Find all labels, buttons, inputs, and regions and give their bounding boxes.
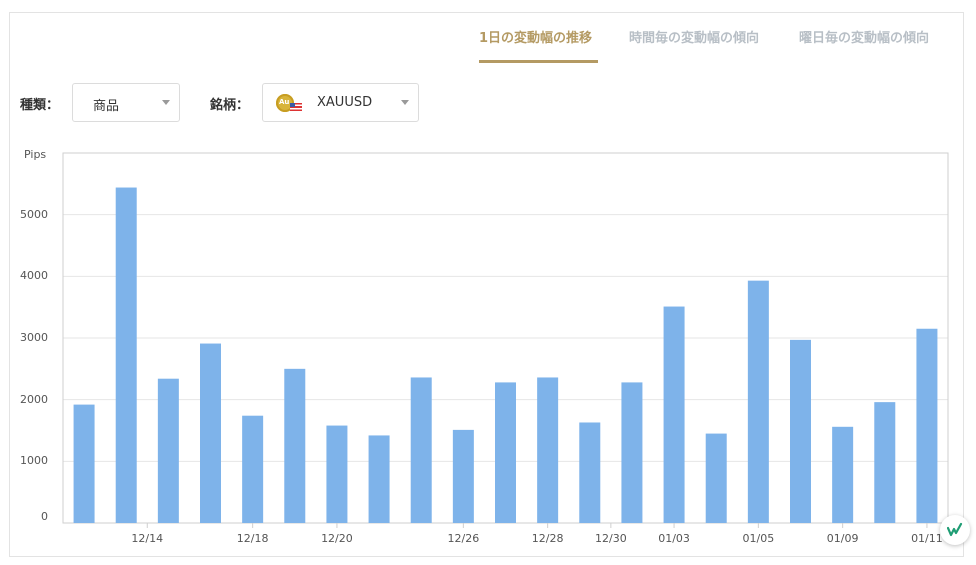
- bar: [874, 402, 896, 523]
- x-tick-label: 12/30: [595, 532, 627, 545]
- bar: [284, 368, 306, 523]
- bar: [537, 377, 559, 523]
- x-tick-label: 01/03: [658, 532, 690, 545]
- x-tick-label: 12/28: [532, 532, 564, 545]
- brand-logo[interactable]: [940, 515, 970, 545]
- x-tick-label: 12/18: [237, 532, 269, 545]
- bar: [368, 435, 390, 523]
- bar: [579, 422, 601, 523]
- bar: [495, 382, 516, 523]
- x-tick-label: 01/11: [911, 532, 943, 545]
- x-tick-label: 01/05: [743, 532, 775, 545]
- x-tick-label: 12/20: [321, 532, 353, 545]
- bar: [452, 429, 474, 523]
- bar: [242, 415, 264, 523]
- bar: [916, 328, 938, 523]
- bar: [790, 339, 811, 523]
- bar: [115, 187, 137, 524]
- x-tick-label: 12/26: [448, 532, 480, 545]
- bar: [621, 382, 643, 523]
- bar: [663, 306, 685, 523]
- bar-chart: 12/14 12/18 12/20 12/26 12/28 12/30 01/03 01/05…: [62, 152, 949, 545]
- chart-logo-icon: [947, 522, 963, 537]
- bar: [410, 377, 432, 523]
- bar: [747, 280, 769, 523]
- bar: [326, 425, 348, 523]
- x-tick-label: 01/09: [827, 532, 859, 545]
- bar: [705, 433, 727, 523]
- x-tick-label: 12/14: [131, 532, 163, 545]
- bar: [73, 404, 95, 523]
- bar: [157, 378, 179, 523]
- bar: [832, 426, 854, 523]
- bar: [200, 343, 221, 523]
